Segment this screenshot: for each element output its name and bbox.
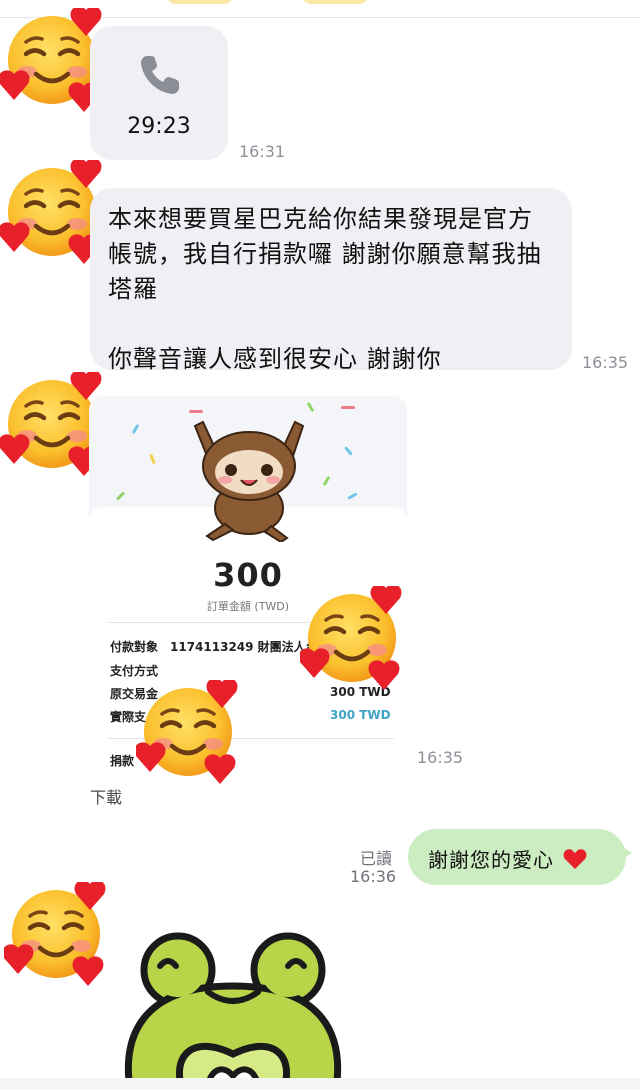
confetti <box>306 401 315 413</box>
sender-avatar[interactable] <box>0 8 104 112</box>
outgoing-message-text: 謝謝您的愛心 <box>428 848 554 872</box>
confetti <box>149 453 156 465</box>
message-time: 16:35 <box>417 748 464 767</box>
message-time: 16:31 <box>239 142 286 161</box>
text-message-bubble[interactable]: 本來想要買星巴克給你結果發現是官方 帳號，我自行捐款囉 謝謝你願意幫我抽 塔羅 … <box>90 188 572 373</box>
phone-icon <box>141 56 179 94</box>
confetti <box>341 406 355 409</box>
message-text-line <box>108 307 554 342</box>
confetti <box>322 475 331 487</box>
message-time: 16:35 <box>582 353 629 372</box>
sender-avatar[interactable] <box>0 160 104 264</box>
message-text-line: 你聲音讓人感到很安心 謝謝你 <box>108 345 442 373</box>
read-status: 已讀 <box>360 849 393 868</box>
call-message-bubble[interactable]: 29:23 <box>90 26 228 160</box>
message-text-line: 本來想要買星巴克給你結果發現是官方 <box>108 205 533 233</box>
outgoing-message-bubble[interactable]: 謝謝您的愛心 <box>408 829 626 885</box>
call-duration: 29:23 <box>127 114 191 139</box>
receipt-footer-label: 捐款 <box>110 754 135 768</box>
bubble-tail <box>620 845 632 861</box>
receipt-row-value: 1174113249 財團法人台 <box>170 640 318 654</box>
frog-sticker[interactable] <box>112 926 356 1089</box>
confetti <box>344 446 353 456</box>
receipt-row-label: 付款對象 <box>110 640 159 654</box>
bottom-bar <box>0 1078 640 1089</box>
confetti <box>189 410 203 413</box>
download-link[interactable]: 下載 <box>90 784 122 808</box>
confetti <box>347 492 358 500</box>
smiling-face-with-hearts-icon <box>136 680 240 784</box>
confetti <box>131 423 140 435</box>
partial-emoji-top <box>300 0 370 4</box>
smiling-face-with-hearts-icon <box>300 586 404 690</box>
sender-avatar[interactable] <box>4 882 108 986</box>
partial-emoji-top <box>165 0 235 4</box>
heart-icon <box>563 849 587 869</box>
message-text-line: 塔羅 <box>108 275 158 303</box>
message-text-line: 帳號，我自行捐款囉 謝謝你願意幫我抽 <box>108 240 542 268</box>
sloth-sticker <box>193 420 305 542</box>
message-time: 16:36 <box>350 867 397 886</box>
receipt-row-value: 300 TWD <box>330 708 391 722</box>
receipt-row-label: 支付方式 <box>110 664 159 678</box>
confetti <box>115 491 126 501</box>
